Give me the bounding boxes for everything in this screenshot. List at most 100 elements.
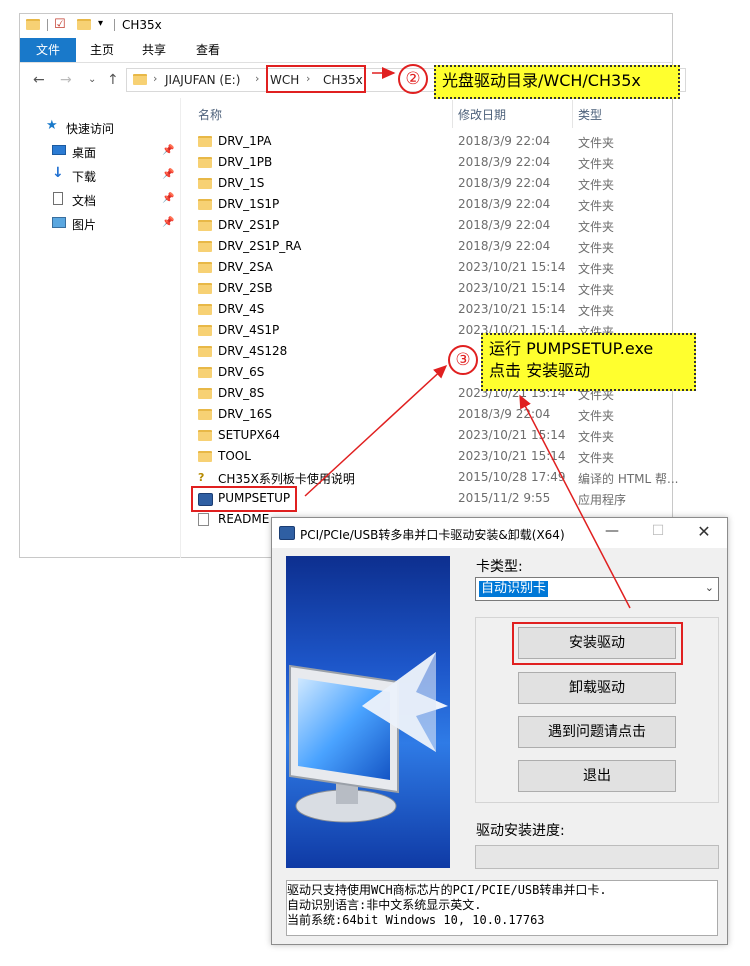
step-2-callout: 光盘驱动目录/WCH/CH35x: [434, 65, 680, 99]
recent-locations-chevron-icon[interactable]: ⌄: [88, 74, 96, 85]
exit-button[interactable]: 退出: [518, 760, 676, 792]
folder-icon: [198, 346, 212, 360]
file-date: 2023/10/21 15:14: [458, 302, 566, 316]
file-type: 文件夹: [578, 283, 615, 297]
file-type: 编译的 HTML 帮...: [578, 472, 679, 486]
maximize-icon[interactable]: ☐: [638, 523, 678, 539]
column-header-date[interactable]: 修改日期: [458, 106, 506, 123]
install-button-highlight-box: [512, 622, 683, 665]
column-divider[interactable]: [572, 100, 573, 128]
card-type-label: 卡类型:: [476, 559, 523, 575]
up-arrow-icon[interactable]: ↑: [107, 72, 119, 88]
file-row[interactable]: DRV_4S 2023/10/21 15:14 文件夹: [192, 300, 672, 321]
breadcrumb-highlight-box: [266, 65, 366, 93]
column-header-type[interactable]: 类型: [578, 106, 602, 123]
column-header-name[interactable]: 名称: [198, 106, 222, 123]
info-line: 当前系统:64bit Windows 10, 10.0.17763: [287, 913, 545, 927]
folder-icon: [133, 74, 147, 88]
tab-file[interactable]: 文件: [20, 38, 76, 62]
file-date: 2015/10/28 17:49: [458, 470, 566, 484]
picture-icon: [52, 217, 66, 228]
file-row[interactable]: DRV_2S1P_RA 2018/3/9 22:04 文件夹: [192, 237, 672, 258]
file-date: 2018/3/9 22:04: [458, 239, 551, 253]
step-3-number: ③: [448, 345, 478, 375]
step-3-line-2: 点击 安装驱动: [489, 361, 591, 380]
folder-icon: [198, 262, 212, 276]
file-name: DRV_1PA: [218, 134, 272, 148]
forward-arrow-icon[interactable]: →: [60, 72, 72, 88]
file-row[interactable]: DRV_1S1P 2018/3/9 22:04 文件夹: [192, 195, 672, 216]
column-divider[interactable]: [452, 100, 453, 128]
close-icon[interactable]: ✕: [684, 522, 724, 541]
quick-access-dropdown-icon[interactable]: ▾: [98, 18, 103, 29]
ribbon-tabs: 文件 主页 共享 查看: [20, 38, 672, 62]
back-arrow-icon[interactable]: ←: [33, 72, 45, 88]
file-row[interactable]: DRV_2SA 2023/10/21 15:14 文件夹: [192, 258, 672, 279]
breadcrumb-drive[interactable]: JIAJUFAN (E:): [165, 73, 240, 87]
file-name: DRV_2S1P: [218, 218, 280, 232]
file-name: DRV_2S1P_RA: [218, 239, 302, 253]
new-folder-icon[interactable]: [77, 19, 91, 33]
file-type: 文件夹: [578, 304, 615, 318]
star-icon: ★: [46, 118, 58, 133]
file-row[interactable]: DRV_16S 2018/3/9 22:04 文件夹: [192, 405, 672, 426]
step-2-number: ②: [398, 64, 428, 94]
file-name: README: [218, 512, 270, 526]
step-3-line-1: 运行 PUMPSETUP.exe: [489, 339, 654, 358]
file-row[interactable]: SETUPX64 2023/10/21 15:14 文件夹: [192, 426, 672, 447]
tab-home[interactable]: 主页: [86, 38, 118, 62]
file-row[interactable]: DRV_2S1P 2018/3/9 22:04 文件夹: [192, 216, 672, 237]
tab-view[interactable]: 查看: [192, 38, 224, 62]
file-name: DRV_8S: [218, 386, 265, 400]
download-icon: ↓: [52, 165, 64, 181]
file-row[interactable]: DRV_1PA 2018/3/9 22:04 文件夹: [192, 132, 672, 153]
file-name: SETUPX64: [218, 428, 281, 442]
file-row[interactable]: DRV_1S 2018/3/9 22:04 文件夹: [192, 174, 672, 195]
breadcrumb-separator-icon[interactable]: ›: [255, 72, 259, 85]
help-file-icon: ?: [198, 471, 205, 484]
file-name: DRV_4S: [218, 302, 265, 316]
card-type-select[interactable]: 自动识别卡 ⌄: [475, 577, 719, 601]
uninstall-driver-button[interactable]: 卸载驱动: [518, 672, 676, 704]
folder-icon: [198, 388, 212, 402]
file-row[interactable]: TOOL 2023/10/21 15:14 文件夹: [192, 447, 672, 468]
file-name: DRV_2SB: [218, 281, 273, 295]
folder-icon: [198, 367, 212, 381]
file-date: 2018/3/9 22:04: [458, 176, 551, 190]
info-line: 驱动只支持使用WCH商标芯片的PCI/PCIE/USB转串并口卡.: [287, 883, 607, 897]
folder-icon: [198, 283, 212, 297]
file-date: 2018/3/9 22:04: [458, 197, 551, 211]
minimize-icon[interactable]: —: [592, 523, 632, 539]
nav-item-label: 图片: [72, 218, 97, 232]
file-row[interactable]: DRV_2SB 2023/10/21 15:14 文件夹: [192, 279, 672, 300]
file-row[interactable]: DRV_1PB 2018/3/9 22:04 文件夹: [192, 153, 672, 174]
progress-label: 驱动安装进度:: [476, 823, 565, 839]
pin-icon[interactable]: 📌: [162, 145, 174, 156]
file-name: DRV_16S: [218, 407, 273, 421]
file-name: DRV_2SA: [218, 260, 273, 274]
dialog-title: PCI/PCIe/USB转多串并口卡驱动安装&卸载(X64): [300, 528, 565, 542]
properties-check-icon[interactable]: ☑: [54, 17, 66, 32]
folder-icon: [198, 178, 212, 192]
file-date: 2023/10/21 15:14: [458, 428, 566, 442]
breadcrumb-separator-icon[interactable]: ›: [153, 72, 157, 85]
file-name: DRV_1S: [218, 176, 265, 190]
pin-icon[interactable]: 📌: [162, 169, 174, 180]
folder-icon: [198, 304, 212, 318]
explorer-title-bar: ☑ ▾ CH35x: [20, 14, 672, 38]
folder-icon: [198, 220, 212, 234]
file-date: 2018/3/9 22:04: [458, 155, 551, 169]
folder-icon: [26, 19, 40, 33]
file-name: DRV_6S: [218, 365, 265, 379]
monitor-illustration: [289, 652, 448, 823]
pin-icon[interactable]: 📌: [162, 217, 174, 228]
tab-share[interactable]: 共享: [138, 38, 170, 62]
help-button[interactable]: 遇到问题请点击: [518, 716, 676, 748]
file-type: 文件夹: [578, 430, 615, 444]
app-icon: [279, 526, 295, 540]
pin-icon[interactable]: 📌: [162, 193, 174, 204]
nav-item-label: 文档: [72, 194, 97, 208]
chevron-down-icon[interactable]: ⌄: [705, 581, 714, 594]
folder-icon: [198, 409, 212, 423]
file-type: 文件夹: [578, 178, 615, 192]
